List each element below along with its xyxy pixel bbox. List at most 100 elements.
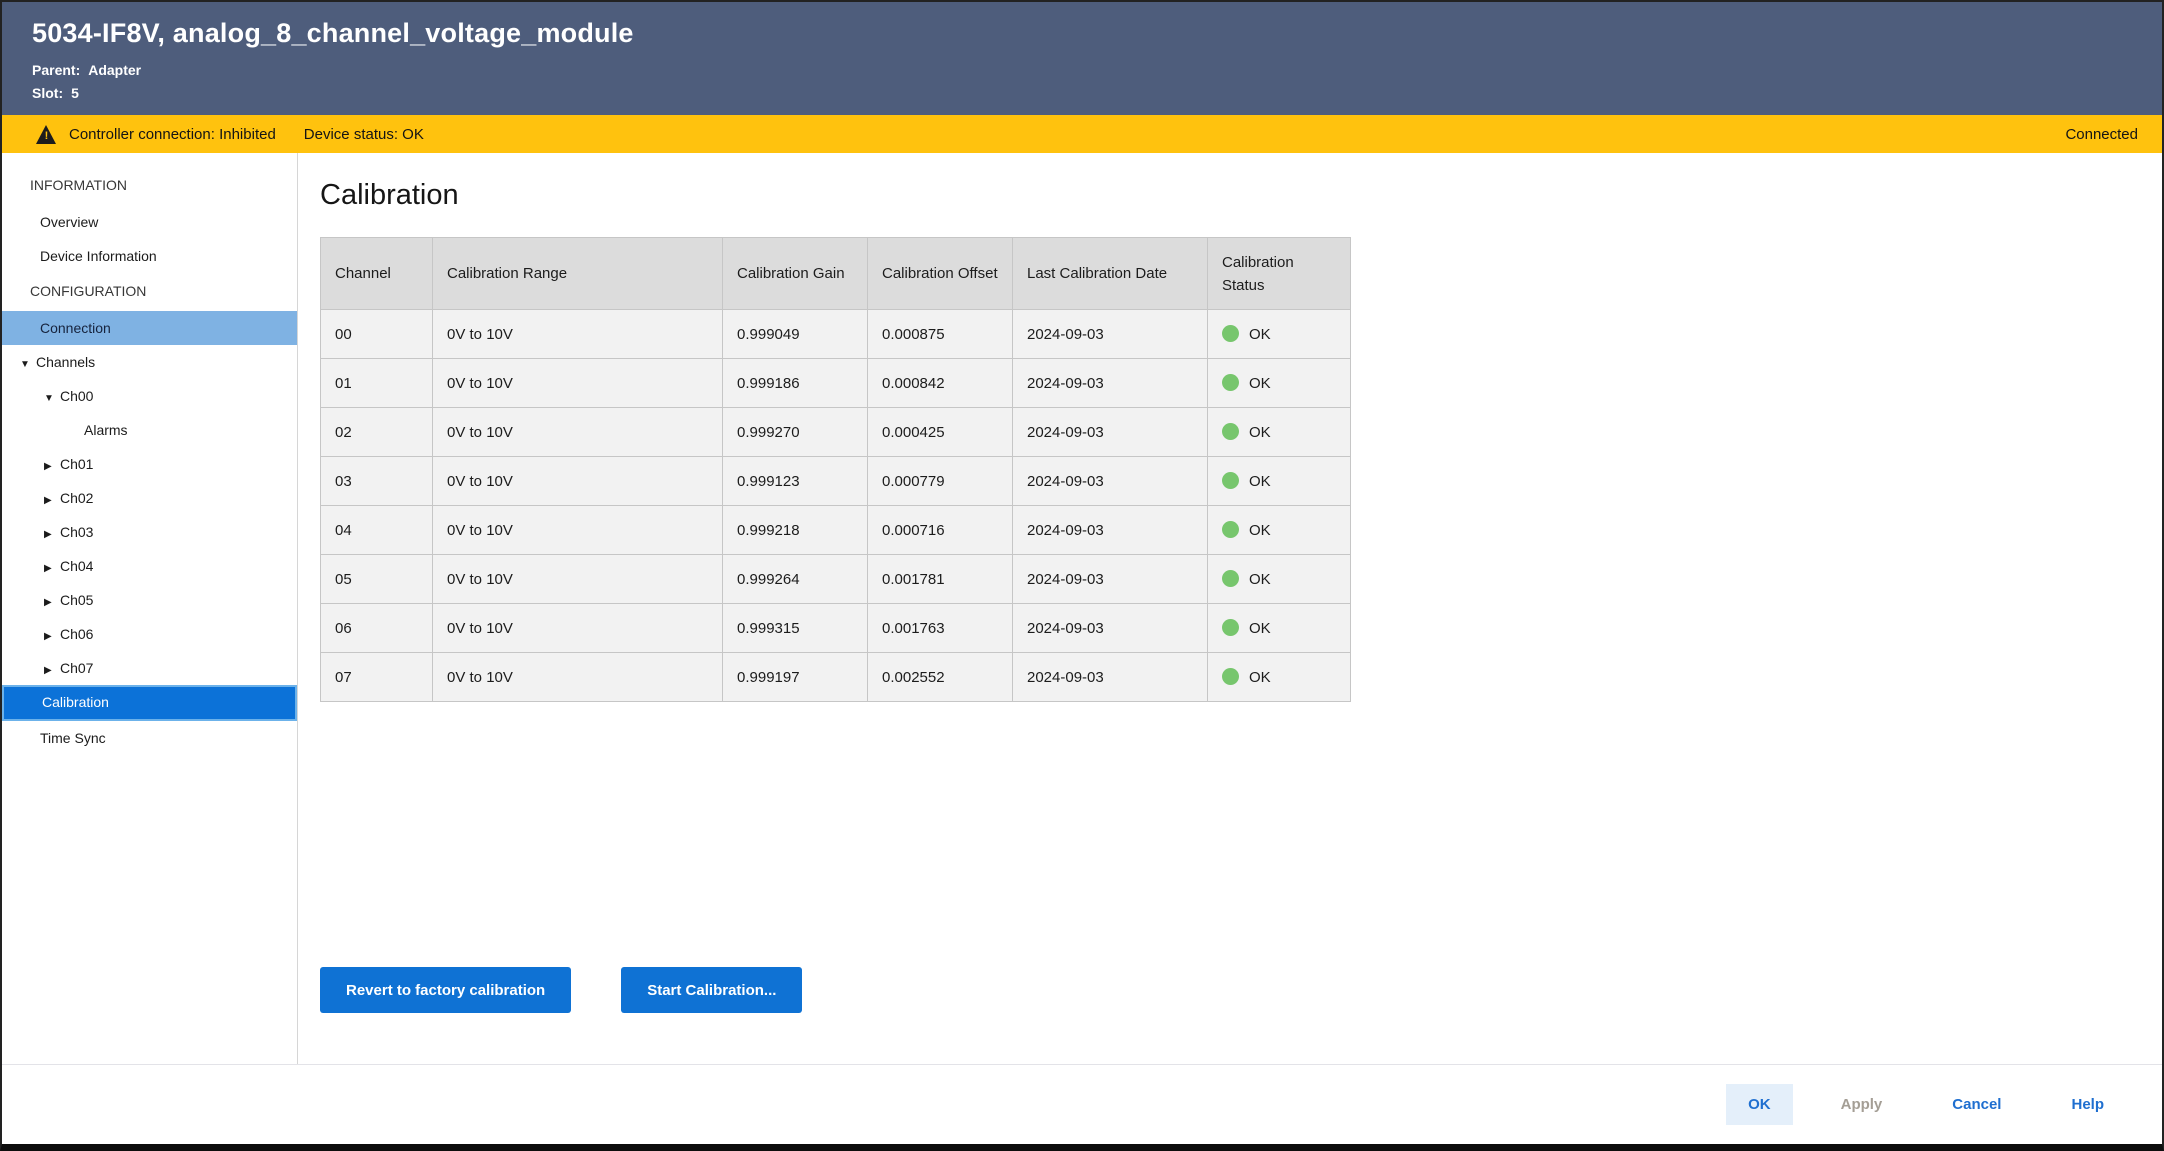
table-row: 070V to 10V0.9991970.0025522024-09-03OK — [321, 653, 1351, 702]
cancel-button[interactable]: Cancel — [1930, 1084, 2023, 1125]
cell-calibration-offset: 0.001781 — [868, 555, 1013, 604]
status-ok-dot-icon — [1222, 325, 1239, 342]
cell-calibration-gain: 0.999049 — [723, 310, 868, 359]
calibration-table-body: 000V to 10V0.9990490.0008752024-09-03OK0… — [321, 310, 1351, 702]
apply-button[interactable]: Apply — [1819, 1084, 1905, 1125]
main-content: Calibration Channel Calibration Range Ca… — [298, 153, 2162, 1064]
cell-calibration-offset: 0.000842 — [868, 359, 1013, 408]
column-header-calibration-status: Calibration Status — [1208, 238, 1351, 310]
sidebar-item-device-information[interactable]: Device Information — [2, 239, 297, 273]
ok-button[interactable]: OK — [1726, 1084, 1793, 1125]
cell-calibration-offset: 0.000716 — [868, 506, 1013, 555]
sidebar-item-channels[interactable]: ▼Channels — [2, 345, 297, 379]
status-ok-dot-icon — [1222, 472, 1239, 489]
section-title: Calibration — [320, 179, 2162, 212]
cell-last-calibration-date: 2024-09-03 — [1013, 310, 1208, 359]
chevron-right-icon: ▶ — [44, 450, 60, 484]
cell-calibration-status: OK — [1208, 359, 1351, 408]
warning-triangle-icon: ! — [36, 125, 57, 144]
parent-line: Parent:Adapter — [32, 59, 2162, 82]
chevron-right-icon: ▶ — [44, 518, 60, 552]
parent-label: Parent: — [32, 62, 80, 78]
cell-calibration-status: OK — [1208, 653, 1351, 702]
sidebar-item-ch01[interactable]: ▶Ch01 — [2, 447, 297, 481]
chevron-right-icon: ▶ — [44, 620, 60, 654]
page-title: 5034-IF8V, analog_8_channel_voltage_modu… — [32, 18, 2162, 49]
table-row: 000V to 10V0.9990490.0008752024-09-03OK — [321, 310, 1351, 359]
cell-calibration-range: 0V to 10V — [433, 457, 723, 506]
slot-line: Slot:5 — [32, 82, 2162, 105]
column-header-calibration-range: Calibration Range — [433, 238, 723, 310]
sidebar-section-configuration: CONFIGURATION — [2, 273, 297, 311]
sidebar-item-overview[interactable]: Overview — [2, 205, 297, 239]
module-config-window: 5034-IF8V, analog_8_channel_voltage_modu… — [0, 0, 2164, 1151]
cell-channel: 04 — [321, 506, 433, 555]
sidebar-item-ch03[interactable]: ▶Ch03 — [2, 515, 297, 549]
table-row: 030V to 10V0.9991230.0007792024-09-03OK — [321, 457, 1351, 506]
cell-channel: 06 — [321, 604, 433, 653]
status-label: OK — [1249, 424, 1271, 441]
cell-calibration-status: OK — [1208, 604, 1351, 653]
cell-calibration-offset: 0.000779 — [868, 457, 1013, 506]
cell-calibration-offset: 0.000875 — [868, 310, 1013, 359]
cell-last-calibration-date: 2024-09-03 — [1013, 408, 1208, 457]
status-alert-bar: ! Controller connection: Inhibited Devic… — [2, 115, 2162, 153]
cell-calibration-status: OK — [1208, 555, 1351, 604]
cell-calibration-range: 0V to 10V — [433, 555, 723, 604]
device-status: Device status: OK — [304, 126, 424, 143]
chevron-down-icon: ▼ — [20, 348, 36, 382]
status-ok-dot-icon — [1222, 619, 1239, 636]
sidebar-item-time-sync[interactable]: Time Sync — [2, 721, 297, 755]
cell-calibration-gain: 0.999186 — [723, 359, 868, 408]
cell-calibration-offset: 0.001763 — [868, 604, 1013, 653]
chevron-right-icon: ▶ — [44, 552, 60, 586]
sidebar-item-ch02[interactable]: ▶Ch02 — [2, 481, 297, 515]
cell-calibration-gain: 0.999197 — [723, 653, 868, 702]
chevron-right-icon: ▶ — [44, 484, 60, 518]
cell-calibration-gain: 0.999123 — [723, 457, 868, 506]
cell-last-calibration-date: 2024-09-03 — [1013, 359, 1208, 408]
sidebar-nav: INFORMATION Overview Device Information … — [2, 153, 298, 1064]
start-calibration-button[interactable]: Start Calibration... — [621, 967, 802, 1013]
cell-calibration-offset: 0.002552 — [868, 653, 1013, 702]
status-label: OK — [1249, 620, 1271, 637]
dialog-footer: OK Apply Cancel Help — [2, 1064, 2162, 1144]
status-ok-dot-icon — [1222, 374, 1239, 391]
table-row: 050V to 10V0.9992640.0017812024-09-03OK — [321, 555, 1351, 604]
revert-to-factory-calibration-button[interactable]: Revert to factory calibration — [320, 967, 571, 1013]
cell-calibration-range: 0V to 10V — [433, 310, 723, 359]
connection-state-badge: Connected — [2065, 126, 2138, 143]
cell-channel: 00 — [321, 310, 433, 359]
cell-last-calibration-date: 2024-09-03 — [1013, 506, 1208, 555]
status-label: OK — [1249, 375, 1271, 392]
chevron-right-icon: ▶ — [44, 586, 60, 620]
sidebar-item-ch06[interactable]: ▶Ch06 — [2, 617, 297, 651]
sidebar-item-ch07[interactable]: ▶Ch07 — [2, 651, 297, 685]
table-row: 010V to 10V0.9991860.0008422024-09-03OK — [321, 359, 1351, 408]
cell-calibration-range: 0V to 10V — [433, 653, 723, 702]
status-label: OK — [1249, 669, 1271, 686]
cell-calibration-gain: 0.999270 — [723, 408, 868, 457]
cell-calibration-range: 0V to 10V — [433, 506, 723, 555]
table-row: 060V to 10V0.9993150.0017632024-09-03OK — [321, 604, 1351, 653]
cell-channel: 02 — [321, 408, 433, 457]
sidebar-item-connection[interactable]: Connection — [2, 311, 297, 345]
action-button-row: Revert to factory calibration Start Cali… — [320, 967, 2162, 1013]
cell-last-calibration-date: 2024-09-03 — [1013, 604, 1208, 653]
sidebar-section-information: INFORMATION — [2, 167, 297, 205]
sidebar-item-calibration[interactable]: Calibration — [2, 685, 297, 721]
status-ok-dot-icon — [1222, 521, 1239, 538]
column-header-calibration-gain: Calibration Gain — [723, 238, 868, 310]
sidebar-item-ch05[interactable]: ▶Ch05 — [2, 583, 297, 617]
column-header-calibration-offset: Calibration Offset — [868, 238, 1013, 310]
help-button[interactable]: Help — [2049, 1084, 2126, 1125]
status-ok-dot-icon — [1222, 570, 1239, 587]
sidebar-item-alarms[interactable]: Alarms — [2, 413, 297, 447]
cell-channel: 03 — [321, 457, 433, 506]
sidebar-item-ch04[interactable]: ▶Ch04 — [2, 549, 297, 583]
cell-calibration-status: OK — [1208, 506, 1351, 555]
slot-value: 5 — [71, 85, 79, 101]
sidebar-item-ch00[interactable]: ▼Ch00 — [2, 379, 297, 413]
cell-last-calibration-date: 2024-09-03 — [1013, 653, 1208, 702]
cell-calibration-status: OK — [1208, 457, 1351, 506]
